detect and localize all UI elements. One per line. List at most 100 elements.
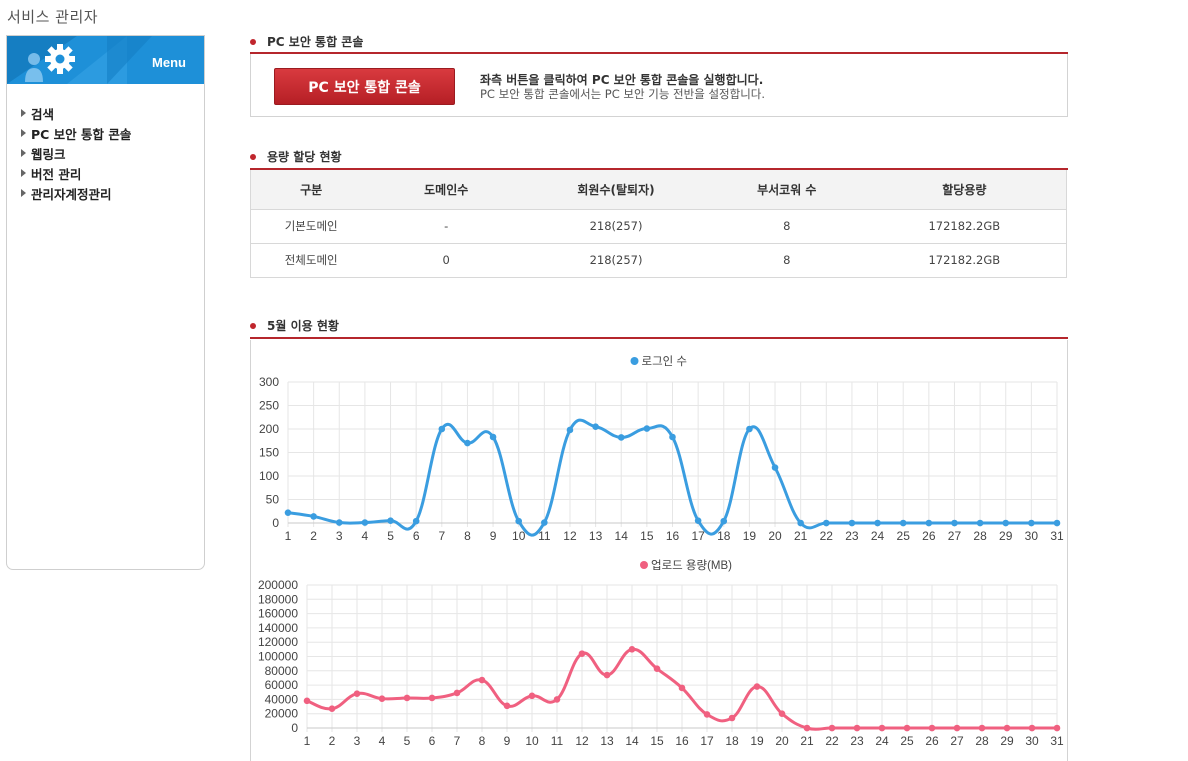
column-header: 구분 bbox=[250, 170, 372, 210]
x-tick-label: 17 bbox=[700, 734, 714, 748]
data-point bbox=[503, 702, 511, 710]
y-tick-label: 20000 bbox=[265, 707, 299, 721]
sidebar-item-search[interactable]: 검색 bbox=[21, 103, 204, 123]
sidebar-item-pc-security-console[interactable]: PC 보안 통합 콘솔 bbox=[21, 123, 204, 143]
bullet-icon bbox=[250, 153, 256, 160]
data-point bbox=[353, 690, 361, 697]
data-point bbox=[1002, 519, 1010, 527]
x-tick-label: 2 bbox=[329, 734, 336, 748]
x-tick-label: 25 bbox=[897, 529, 911, 543]
x-tick-label: 27 bbox=[950, 734, 964, 748]
data-point bbox=[592, 423, 599, 430]
data-point bbox=[778, 710, 786, 717]
data-point bbox=[438, 425, 446, 433]
x-tick-label: 26 bbox=[922, 529, 936, 543]
data-point bbox=[489, 433, 497, 441]
data-point bbox=[678, 684, 686, 692]
table-cell: 전체도메인 bbox=[250, 243, 372, 278]
data-point bbox=[284, 509, 292, 516]
data-point bbox=[828, 724, 836, 732]
x-tick-label: 3 bbox=[354, 734, 361, 748]
y-tick-label: 160000 bbox=[258, 607, 298, 621]
usage-charts: 0501001502002503001 2 3 4 5 6 7 8 9 10 11 12 13 14 15 1… bbox=[258, 355, 1064, 748]
table-cell: 218(257) bbox=[521, 243, 711, 278]
pc-security-console-button[interactable]: PC 보안 통합 콘솔 bbox=[274, 68, 455, 105]
x-tick-label: 23 bbox=[845, 529, 859, 543]
data-point bbox=[403, 694, 411, 702]
data-point bbox=[878, 724, 886, 732]
x-tick-label: 29 bbox=[999, 529, 1013, 543]
data-point bbox=[515, 517, 522, 525]
data-point bbox=[953, 724, 961, 732]
usage-chart-panel: 0 50 100 150 200 250 300 1 2 3 4 5 6 7 8 9 10 11 12 13 14 15 1… bbox=[250, 340, 1068, 761]
x-tick-label: 14 bbox=[615, 529, 629, 543]
sidebar-item-label: 검색 bbox=[31, 106, 55, 122]
section-title-console: PC 보안 통합 콘솔 bbox=[250, 33, 363, 50]
sidebar: Menu 검색 PC 보안 통합 콘솔 웹링크 버전 관리 관리자계정관리 bbox=[6, 35, 205, 570]
data-point bbox=[328, 705, 336, 712]
data-point bbox=[603, 671, 611, 679]
sidebar-item-label: PC 보안 통합 콘솔 bbox=[31, 126, 132, 142]
sidebar-item-version-management[interactable]: 버전 관리 bbox=[21, 163, 204, 183]
x-tick-label: 15 bbox=[640, 529, 654, 543]
x-tick-label: 7 bbox=[454, 734, 461, 748]
data-point bbox=[1003, 724, 1011, 732]
x-tick-label: 2 bbox=[310, 529, 317, 543]
x-tick-label: 12 bbox=[563, 529, 577, 543]
x-tick-label: 31 bbox=[1050, 529, 1064, 543]
legend-marker-icon bbox=[630, 357, 639, 365]
x-tick-label: 13 bbox=[589, 529, 603, 543]
data-point bbox=[951, 519, 958, 527]
sidebar-item-label: 웹링크 bbox=[31, 146, 66, 162]
sidebar-menu: 검색 PC 보안 통합 콘솔 웹링크 버전 관리 관리자계정관리 bbox=[7, 103, 204, 203]
data-point bbox=[378, 695, 386, 702]
data-point bbox=[978, 724, 986, 732]
data-point bbox=[694, 517, 702, 524]
x-tick-label: 8 bbox=[464, 529, 471, 543]
data-point bbox=[578, 650, 586, 657]
data-point bbox=[899, 519, 907, 527]
line-chart-1: 0501001502002503001 2 3 4 5 6 7 8 9 10 11 12 13 14 15 1… bbox=[259, 355, 1064, 543]
sidebar-item-admin-accounts[interactable]: 관리자계정관리 bbox=[21, 183, 204, 203]
x-tick-label: 15 bbox=[650, 734, 664, 748]
table-row: 전체도메인 0 218(257) 8 172182.2GB bbox=[250, 243, 1067, 278]
bullet-icon bbox=[250, 38, 256, 45]
x-tick-label: 10 bbox=[525, 734, 539, 748]
x-tick-label: 24 bbox=[875, 734, 889, 748]
x-tick-label: 7 bbox=[438, 529, 445, 543]
y-tick-label: 100 bbox=[259, 469, 279, 483]
data-point bbox=[310, 513, 317, 520]
legend-marker-icon bbox=[640, 561, 648, 569]
data-point bbox=[412, 517, 420, 525]
data-point bbox=[653, 665, 661, 672]
table-cell: 218(257) bbox=[521, 209, 711, 244]
section-divider bbox=[250, 337, 1068, 339]
console-description-secondary: PC 보안 통합 콘솔에서는 PC 보안 기능 전반을 설정합니다. bbox=[480, 87, 766, 101]
admin-gear-icon bbox=[25, 44, 75, 82]
y-tick-label: 80000 bbox=[265, 664, 299, 678]
x-tick-label: 23 bbox=[850, 734, 864, 748]
data-point bbox=[797, 519, 804, 527]
x-tick-label: 18 bbox=[717, 529, 731, 543]
table-cell: 172182.2GB bbox=[862, 209, 1067, 244]
sidebar-item-weblink[interactable]: 웹링크 bbox=[21, 143, 204, 163]
sidebar-item-label: 버전 관리 bbox=[31, 166, 82, 182]
y-tick-label: 200000 bbox=[258, 578, 298, 592]
data-point bbox=[928, 724, 936, 732]
x-tick-label: 10 bbox=[512, 529, 526, 543]
triangle-right-icon bbox=[21, 109, 26, 117]
x-tick-label: 9 bbox=[490, 529, 497, 543]
data-point bbox=[853, 724, 861, 732]
table-cell: 8 bbox=[710, 243, 863, 278]
data-point bbox=[1053, 724, 1061, 732]
triangle-right-icon bbox=[21, 189, 26, 197]
menu-label: Menu bbox=[152, 55, 186, 70]
console-panel: PC 보안 통합 콘솔 좌측 버튼을 클릭하여 PC 보안 통합 콘솔을 실행합… bbox=[250, 54, 1068, 117]
data-point bbox=[643, 425, 651, 432]
x-tick-label: 19 bbox=[750, 734, 764, 748]
x-tick-label: 17 bbox=[691, 529, 705, 543]
data-point bbox=[1053, 519, 1061, 527]
table-row: 기본도메인 - 218(257) 8 172182.2GB bbox=[250, 209, 1067, 244]
y-tick-label: 200 bbox=[259, 422, 279, 436]
section-title-usage: 5월 이용 현황 bbox=[250, 317, 339, 334]
